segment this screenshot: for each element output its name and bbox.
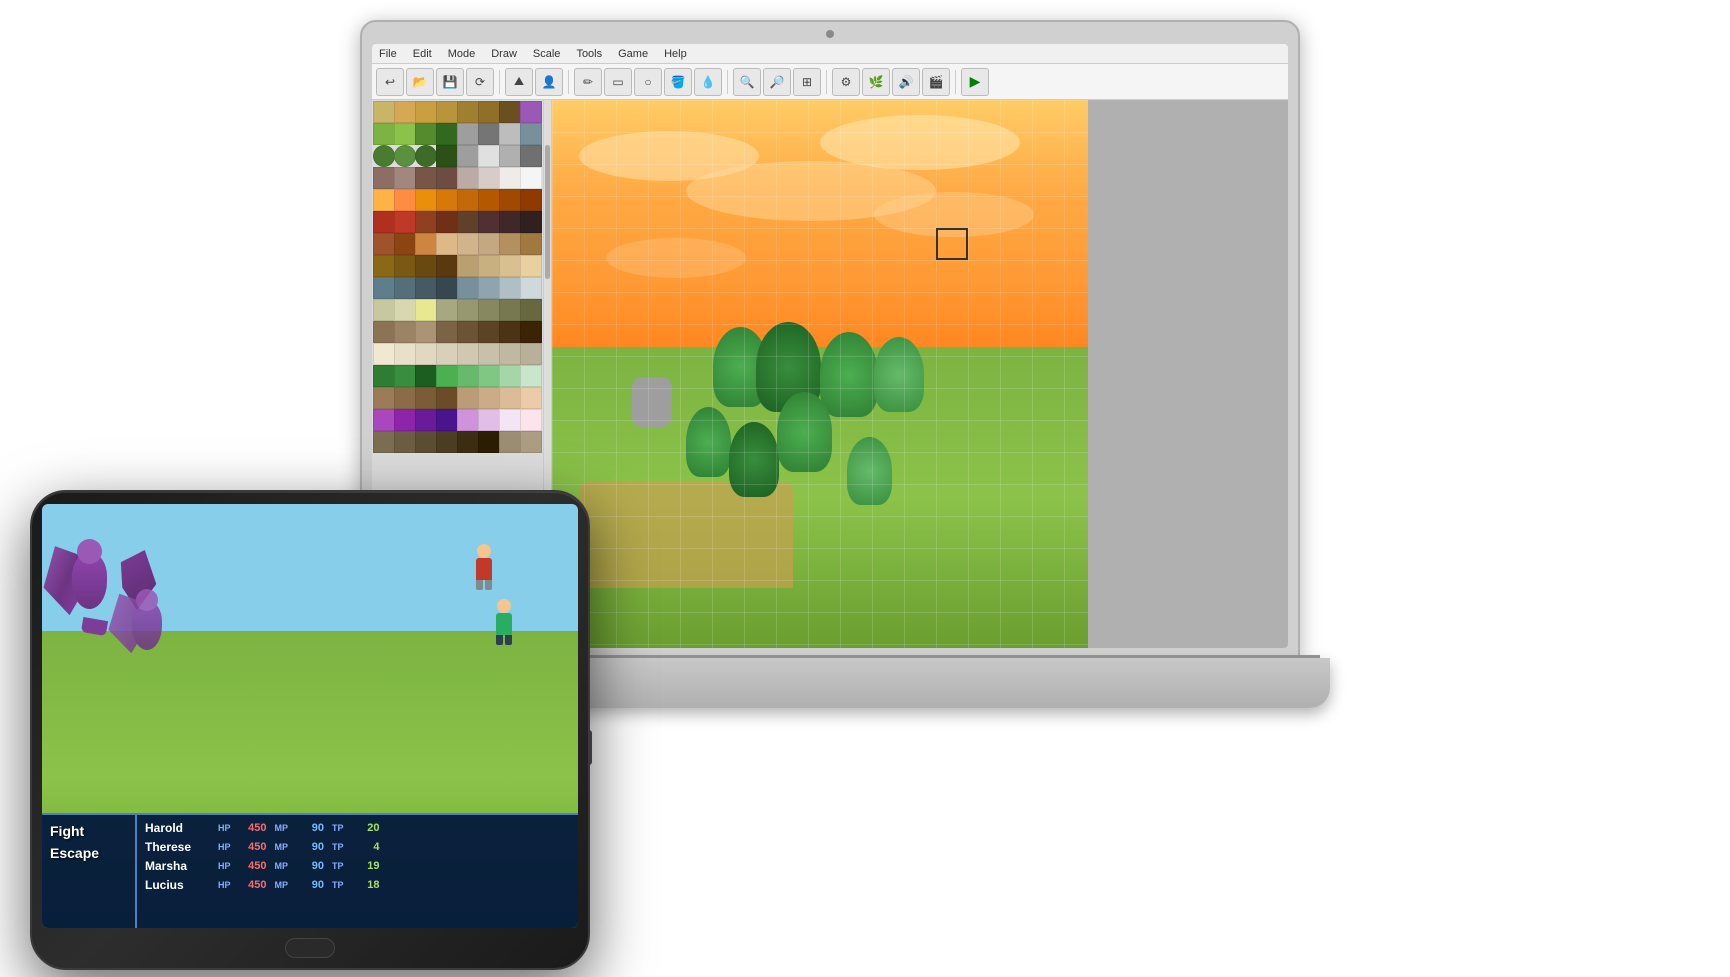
tp-label-3: TP [332,861,344,871]
menu-help[interactable]: Help [661,48,690,60]
toolbar-sep-3 [727,70,728,94]
menu-file[interactable]: File [376,48,400,60]
toolbar-audio[interactable]: 🔊 [892,68,920,96]
enemy-sprites [62,534,222,664]
char-name-therese: Therese [145,840,210,854]
toolbar-mountain[interactable]: ⛰ [505,68,533,96]
tileset-grid[interactable] [372,100,543,548]
char-row-marsha: Marsha HP 450 MP 90 TP 19 [145,859,570,873]
battle-status: Harold HP 450 MP 90 TP 20 Therese HP [137,815,578,928]
toolbar-zoom-fit[interactable]: ⊞ [793,68,821,96]
hp-val-therese: 450 [239,841,267,853]
char-name-harold: Harold [145,821,210,835]
menu-draw[interactable]: Draw [488,48,520,60]
hp-val-marsha: 450 [239,860,267,872]
tp-label-2: TP [332,842,344,852]
char-name-lucius: Lucius [145,878,210,892]
toolbar-sep-2 [568,70,569,94]
char-row-harold: Harold HP 450 MP 90 TP 20 [145,821,570,835]
toolbar-video[interactable]: 🎬 [922,68,950,96]
fight-command[interactable]: Fight [50,823,127,839]
battle-area [42,504,578,809]
hp-label-1: HP [218,823,231,833]
tp-val-lucius: 18 [352,879,380,891]
selected-cell [936,228,968,260]
mp-label-3: MP [275,861,289,871]
menu-game[interactable]: Game [615,48,651,60]
toolbar-ellipse[interactable]: ○ [634,68,662,96]
toolbar-open[interactable]: 📂 [406,68,434,96]
tp-label-4: TP [332,880,344,890]
hp-label-4: HP [218,880,231,890]
mp-val-harold: 90 [296,822,324,834]
mp-label-2: MP [275,842,289,852]
phone: Fight Escape Harold HP 450 MP 90 TP [30,490,590,970]
tp-label-1: TP [332,823,344,833]
map-right-empty [1088,100,1288,648]
toolbar-play[interactable]: ▶ [961,68,989,96]
hp-val-lucius: 450 [239,879,267,891]
tp-val-therese: 4 [352,841,380,853]
toolbar-person[interactable]: 👤 [535,68,563,96]
map-scene [552,100,1288,648]
phone-body: Fight Escape Harold HP 450 MP 90 TP [30,490,590,970]
map-canvas[interactable] [552,100,1288,648]
menu-mode[interactable]: Mode [445,48,479,60]
tp-val-marsha: 19 [352,860,380,872]
player-1 [470,544,498,589]
mp-val-marsha: 90 [296,860,324,872]
tileset-scrollbar[interactable] [543,100,551,548]
menu-tools[interactable]: Tools [573,48,605,60]
toolbar-zoom-in[interactable]: 🔍 [733,68,761,96]
escape-command[interactable]: Escape [50,845,127,861]
tileset-scroll-thumb [545,145,550,279]
menu-edit[interactable]: Edit [410,48,435,60]
toolbar-undo[interactable]: ↩ [376,68,404,96]
player-sprites [470,544,518,644]
toolbar-rect[interactable]: ▭ [604,68,632,96]
battle-menu: Fight Escape Harold HP 450 MP 90 TP [42,813,578,928]
char-name-marsha: Marsha [145,859,210,873]
phone-side-button[interactable] [588,730,592,765]
toolbar-fill[interactable]: 🪣 [664,68,692,96]
mp-val-therese: 90 [296,841,324,853]
toolbar-sep-1 [499,70,500,94]
toolbar-eyedrop[interactable]: 💧 [694,68,722,96]
battle-commands: Fight Escape [42,815,137,928]
toolbar-tree[interactable]: 🌿 [862,68,890,96]
toolbar-sep-4 [826,70,827,94]
char-row-therese: Therese HP 450 MP 90 TP 4 [145,840,570,854]
menu-scale[interactable]: Scale [530,48,564,60]
toolbar-save[interactable]: 💾 [436,68,464,96]
toolbar-settings[interactable]: ⚙ [832,68,860,96]
laptop-camera [826,30,834,38]
player-2 [490,599,518,644]
app-toolbar: ↩ 📂 💾 ⟳ ⛰ 👤 ✏ ▭ ○ 🪣 💧 🔍 🔎 ⊞ [372,64,1288,100]
tp-val-harold: 20 [352,822,380,834]
toolbar-zoom-out[interactable]: 🔎 [763,68,791,96]
app-menubar: File Edit Mode Draw Scale Tools Game Hel… [372,44,1288,64]
phone-screen[interactable]: Fight Escape Harold HP 450 MP 90 TP [42,504,578,928]
hp-label-3: HP [218,861,231,871]
hp-label-2: HP [218,842,231,852]
mp-val-lucius: 90 [296,879,324,891]
mp-label-4: MP [275,880,289,890]
hp-val-harold: 450 [239,822,267,834]
phone-home-button[interactable] [285,938,335,958]
mp-label-1: MP [275,823,289,833]
toolbar-copy[interactable]: ⟳ [466,68,494,96]
toolbar-pencil[interactable]: ✏ [574,68,602,96]
game-screen: Fight Escape Harold HP 450 MP 90 TP [42,504,578,928]
char-row-lucius: Lucius HP 450 MP 90 TP 18 [145,878,570,892]
toolbar-sep-5 [955,70,956,94]
